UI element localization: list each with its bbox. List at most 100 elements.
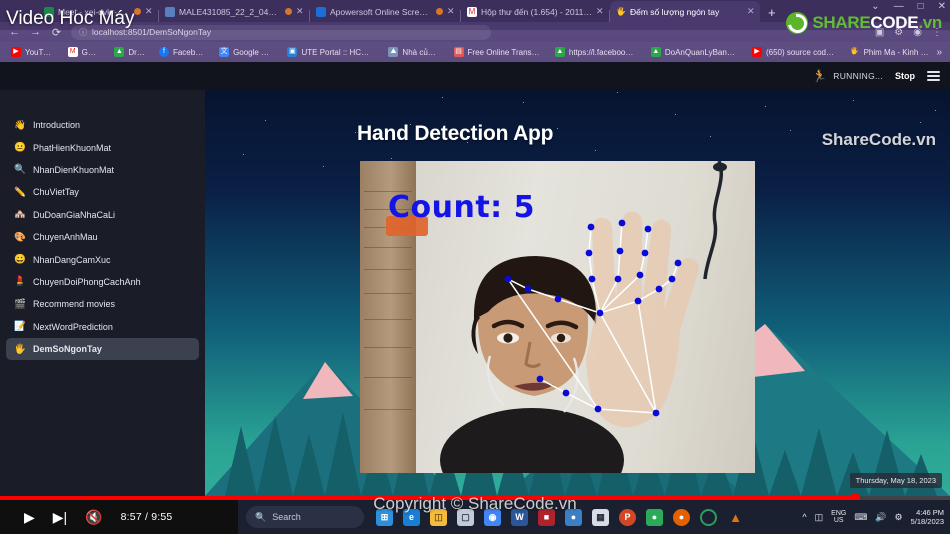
- bookmark-item[interactable]: ▲ https://l.facebook.c...: [548, 47, 644, 57]
- home-icon: ⛰: [388, 47, 399, 57]
- streamlit-main-pane: Hand Detection App ShareCode.vn Count: 5…: [205, 62, 950, 496]
- bookmark-label: https://l.facebook.c...: [568, 47, 637, 57]
- bookmark-item[interactable]: ▲ DoAnQuanLyBanHa...: [644, 47, 745, 57]
- browser-tab[interactable]: M Hộp thư đến (1.654) - 20110590... ✕: [461, 1, 609, 22]
- browser-tab[interactable]: Apowersoft Online Screen R... ✕: [310, 1, 460, 22]
- sidebar-item-chuyenanhmau[interactable]: 🎨 ChuyenAnhMau: [6, 226, 199, 248]
- house-icon: 🏘️: [14, 209, 26, 221]
- browser-tab-active[interactable]: 🖐 Đếm số lượng ngón tay ✕: [610, 1, 760, 22]
- star: [523, 102, 525, 104]
- sidebar-item-introduction[interactable]: 👋 Introduction: [6, 114, 199, 136]
- sidebar-item-nhandangcamxuc[interactable]: 😀 NhanDangCamXuc: [6, 248, 199, 270]
- hamburger-menu-icon[interactable]: [927, 71, 940, 81]
- browser-tab[interactable]: MALE431085_22_2_04CLC: Nộp ... ✕: [159, 1, 309, 22]
- bookmark-item[interactable]: MGmail: [61, 47, 108, 57]
- bookmark-label: Phim Ma - Kinh Dị...: [863, 47, 930, 57]
- drive-icon: ▲: [554, 47, 565, 57]
- running-status-text: RUNNING...: [833, 71, 883, 81]
- tab-title: Hộp thư đến (1.654) - 20110590...: [481, 6, 592, 17]
- star: [935, 110, 937, 112]
- sidebar-item-chuyendoiphongcachanh[interactable]: 💄 ChuyenDoiPhongCachAnh: [6, 271, 199, 293]
- star: [442, 97, 444, 99]
- sidebar-item-label: ChuVietTay: [33, 187, 79, 198]
- sidebar-item-label: DemSoNgonTay: [33, 344, 102, 355]
- sidebar-item-recommend-movies[interactable]: 🎬 Recommend movies: [6, 293, 199, 315]
- tab-close-icon[interactable]: ✕: [296, 6, 304, 17]
- recording-dot-icon: [436, 8, 443, 15]
- star: [920, 122, 922, 124]
- bookmark-label: Free Online Translat...: [467, 47, 541, 57]
- star: [765, 106, 767, 108]
- minimize-button[interactable]: —: [894, 1, 904, 12]
- bookmark-item[interactable]: ▶ (650) source code j...: [745, 47, 843, 57]
- bookmark-label: Drive: [128, 47, 145, 57]
- new-tab-button[interactable]: +: [760, 5, 784, 22]
- window-controls: ⌄ — □ ✕: [871, 1, 946, 12]
- video-title-overlay: Video Hoc Máy: [6, 8, 135, 29]
- youtube-icon: ▶: [11, 47, 21, 57]
- sidebar-item-label: NhanDangCamXuc: [33, 254, 111, 265]
- bookmark-item[interactable]: ▶ YouTube: [4, 47, 61, 57]
- pencil-icon: ✏️: [14, 186, 26, 198]
- clock-date: 5/18/2023: [910, 517, 944, 526]
- star: [323, 166, 325, 168]
- bookmark-label: Gmail: [81, 47, 101, 57]
- tab-title: Đếm số lượng ngón tay: [630, 6, 720, 17]
- drive-icon: ▲: [114, 47, 125, 57]
- sidebar-item-nhandienkhuonmat[interactable]: 🔍 NhanDienKhuonMat: [6, 159, 199, 181]
- palette-icon: 🎨: [14, 231, 26, 243]
- sidebar-item-demsongontay[interactable]: 🖐️ DemSoNgonTay: [6, 337, 199, 361]
- webcam-output-frame: Count: 5: [360, 161, 755, 473]
- sidebar-item-label: ChuyenDoiPhongCachAnh: [33, 276, 141, 287]
- bookmark-label: Nhà của tôi: [402, 47, 440, 57]
- screen-root: Meet - xei-dvkr-bgk ✕ MALE431085_22_2_04…: [0, 0, 950, 534]
- logo-tld-text: .vn: [918, 13, 942, 32]
- running-man-icon: 🏃: [812, 69, 828, 83]
- memo-icon: 📝: [14, 321, 26, 333]
- bookmark-item[interactable]: f Facebook: [152, 47, 212, 57]
- sidebar-item-dudoangianhacali[interactable]: 🏘️ DuDoanGiaNhaCaLi: [6, 204, 199, 226]
- star: [595, 150, 597, 152]
- chevron-down-icon[interactable]: ⌄: [871, 1, 879, 12]
- sharecode-logo-icon: [786, 12, 809, 34]
- stop-button[interactable]: Stop: [895, 71, 915, 81]
- wave-hand-icon: 👋: [14, 119, 26, 131]
- star: [790, 130, 792, 132]
- bookmark-label: YouTube: [25, 47, 54, 57]
- tab-close-icon[interactable]: ✕: [747, 6, 755, 17]
- bookmark-item[interactable]: ⛰ Nhà của tôi: [381, 47, 446, 57]
- bookmark-item[interactable]: 文 Google Dịch: [212, 47, 280, 57]
- drive-icon: ▲: [650, 47, 661, 57]
- tab-close-icon[interactable]: ✕: [145, 6, 153, 17]
- youtube-icon: ▶: [751, 47, 762, 57]
- bookmark-item[interactable]: ▤ Free Online Translat...: [447, 47, 548, 57]
- sidebar-item-label: Recommend movies: [33, 299, 116, 310]
- watermark-sharecode: ShareCode.vn: [821, 130, 936, 149]
- copyright-overlay: Copyright © ShareCode.vn: [373, 494, 577, 513]
- raised-hand-icon: 🖐️: [14, 343, 26, 355]
- star: [265, 120, 267, 122]
- close-window-button[interactable]: ✕: [938, 1, 946, 12]
- star: [557, 128, 559, 130]
- sidebar-item-chuviettay[interactable]: ✏️ ChuVietTay: [6, 181, 199, 203]
- translate-icon: 文: [219, 47, 230, 57]
- tab-close-icon[interactable]: ✕: [596, 6, 604, 17]
- tab-close-icon[interactable]: ✕: [447, 6, 455, 17]
- page-title: Hand Detection App: [357, 122, 554, 145]
- star: [675, 114, 677, 116]
- sidebar-item-phathienkhuonmat[interactable]: 😐 PhatHienKhuonMat: [6, 136, 199, 158]
- hand-icon: 🖐: [850, 48, 859, 55]
- logo-share-text: SHARE: [812, 13, 871, 32]
- bookmark-item[interactable]: ▣ UTE Portal :: HCMC...: [280, 47, 381, 57]
- bookmark-item[interactable]: 🖐 Phim Ma - Kinh Dị...: [843, 47, 937, 57]
- bookmark-item[interactable]: ▲Drive: [107, 47, 152, 57]
- sidebar-item-label: DuDoanGiaNhaCaLi: [33, 209, 116, 220]
- logo-code-text: CODE: [870, 13, 919, 32]
- sharecode-logo: SHARECODE.vn: [786, 12, 942, 34]
- bookmarks-overflow-icon[interactable]: »: [936, 47, 946, 58]
- sidebar-item-label: ChuyenAnhMau: [33, 232, 98, 243]
- sidebar-item-nextwordprediction[interactable]: 📝 NextWordPrediction: [6, 316, 199, 338]
- maximize-button[interactable]: □: [918, 1, 924, 12]
- sidebar-item-label: PhatHienKhuonMat: [33, 142, 112, 153]
- lipstick-icon: 💄: [14, 276, 26, 288]
